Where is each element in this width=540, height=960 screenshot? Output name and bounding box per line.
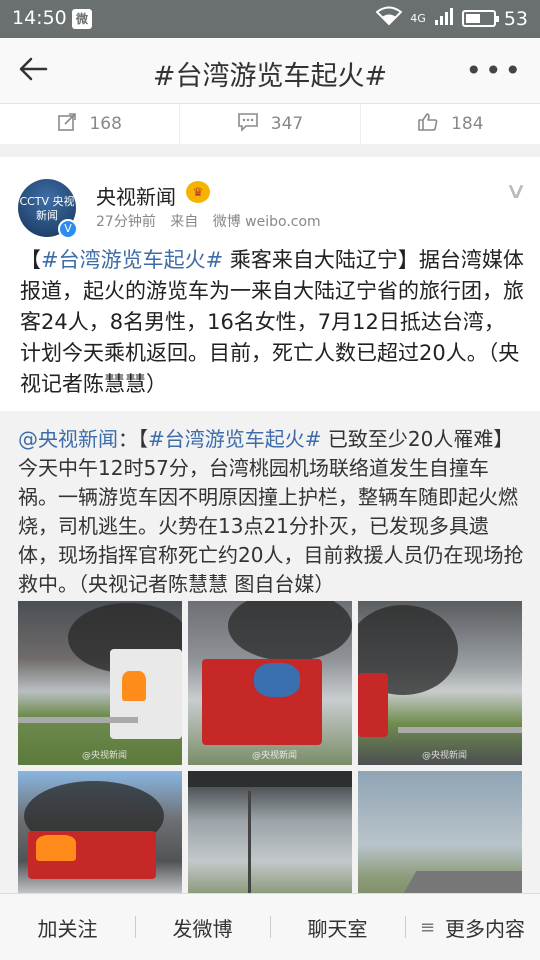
photo-thumbnail[interactable]: @央视新闻 — [188, 601, 352, 765]
more-options-icon[interactable]: ••• — [465, 54, 524, 87]
follow-button[interactable]: 加关注 — [0, 894, 135, 960]
post-meta: 27分钟前 来自 微博 weibo.com — [96, 211, 321, 231]
bracket: 【 — [20, 248, 41, 272]
repost-count: 168 — [89, 114, 122, 134]
photo-thumbnail[interactable]: @央视新闻 — [18, 601, 182, 765]
wifi-icon — [375, 6, 403, 31]
chevron-down-icon[interactable]: ∨ — [505, 179, 528, 204]
photo-thumbnail[interactable] — [18, 771, 182, 893]
username[interactable]: 央视新闻 — [96, 181, 176, 210]
source-prefix: 来自 — [170, 214, 199, 230]
photo-thumbnail[interactable] — [358, 771, 522, 893]
repost-icon — [57, 112, 77, 137]
comment-icon — [237, 112, 259, 137]
photo-watermark: @央视新闻 — [422, 751, 468, 761]
repost-text-body: 已致至少20人罹难】今天中午12时57分，台湾桃园机场联络道发生自撞车祸。一辆游… — [18, 427, 524, 596]
comment-button[interactable]: 347 — [180, 104, 361, 144]
avatar-label: CCTV 央视新闻 — [19, 195, 75, 222]
status-bar: 14:50 微 4G 53 — [0, 0, 540, 38]
chatroom-button[interactable]: 聊天室 — [270, 894, 405, 960]
post-source: 微博 weibo.com — [212, 214, 321, 230]
follow-label: 加关注 — [37, 916, 98, 941]
battery-icon — [461, 10, 499, 27]
comment-count: 347 — [270, 114, 304, 134]
reposted-content[interactable]: @央视新闻：【#台湾游览车起火# 已致至少20人罹难】今天中午12时57分，台湾… — [0, 411, 540, 893]
post-time: 27分钟前 — [96, 214, 156, 230]
post-text: 【#台湾游览车起火# 乘客来自大陆辽宁】据台湾媒体报道，起火的游览车为一来自大陆… — [20, 245, 525, 400]
signal-icon — [434, 6, 454, 31]
avatar[interactable]: CCTV 央视新闻 V — [18, 179, 78, 239]
menu-icon: ≡ — [419, 916, 436, 938]
battery-percent: 53 — [503, 7, 528, 30]
vip-crown-icon: ♛ — [186, 181, 210, 203]
photo-thumbnail[interactable] — [188, 771, 352, 893]
photo-watermark: @央视新闻 — [82, 751, 128, 761]
nav-bar: #台湾游览车起火# ••• — [0, 38, 540, 104]
status-right: 4G 53 — [375, 6, 528, 31]
repost-sep: ：【 — [118, 427, 148, 451]
repost-button[interactable]: 168 — [0, 104, 181, 144]
repost-hashtag-link[interactable]: #台湾游览车起火# — [148, 427, 322, 451]
like-button[interactable]: 184 — [361, 104, 540, 144]
compose-button[interactable]: 发微博 — [135, 894, 270, 960]
action-bar: 168 347 184 — [0, 104, 540, 144]
compose-label: 发微博 — [172, 916, 233, 941]
verified-icon: V — [58, 219, 78, 239]
thumbs-up-icon — [417, 112, 439, 137]
page-title: #台湾游览车起火# — [152, 61, 388, 92]
hashtag-link[interactable]: #台湾游览车起火# — [41, 248, 223, 272]
mention-link[interactable]: @央视新闻 — [18, 427, 118, 451]
photo-thumbnail[interactable]: @央视新闻 — [358, 601, 522, 765]
more-content-button[interactable]: ≡ 更多内容 — [405, 894, 540, 960]
weibo-notification-icon: 微 — [72, 9, 92, 29]
status-time: 14:50 — [12, 7, 67, 29]
photo-watermark: @央视新闻 — [252, 751, 298, 761]
bottom-toolbar: 加关注 发微博 聊天室 ≡ 更多内容 — [0, 893, 540, 960]
like-count: 184 — [451, 114, 484, 134]
chatroom-label: 聊天室 — [307, 916, 368, 941]
repost-text: @央视新闻：【#台湾游览车起火# 已致至少20人罹难】今天中午12时57分，台湾… — [18, 425, 526, 599]
more-content-label: 更多内容 — [445, 916, 526, 941]
network-type: 4G — [410, 12, 426, 25]
weibo-post-card: CCTV 央视新闻 V 央视新闻 ♛ 27分钟前 来自 微博 weibo.com… — [0, 157, 540, 893]
